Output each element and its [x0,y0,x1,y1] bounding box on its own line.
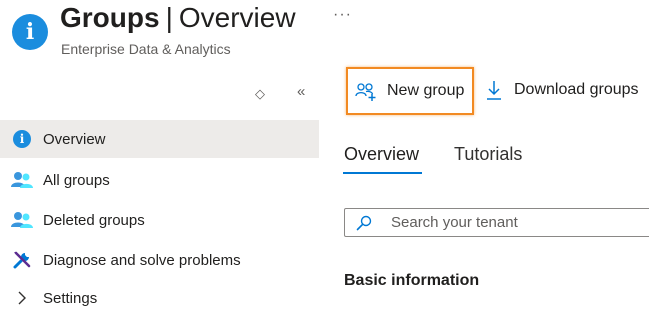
page-title: Groups | Overview [60,2,296,34]
new-group-button[interactable]: New group [346,67,474,115]
search-input[interactable] [391,214,631,231]
wrench-icon [11,249,33,271]
sidebar-item-diagnose[interactable]: Diagnose and solve problems [0,241,319,279]
download-icon [486,80,502,100]
users-icon [11,169,33,191]
tab-tutorials[interactable]: Tutorials [454,144,522,165]
new-group-label: New group [387,82,465,99]
active-tab-indicator [343,172,422,174]
tab-overview[interactable]: Overview [344,144,419,165]
expand-collapse-icon[interactable]: ◇ [255,86,265,102]
search-icon [356,215,372,231]
collapse-sidebar-button[interactable]: « [297,83,305,100]
chevron-right-icon [11,287,33,309]
search-box[interactable] [344,208,649,237]
info-icon: i [11,128,33,150]
download-groups-button[interactable]: Download groups [486,80,639,100]
users-icon [11,209,33,231]
sidebar-item-label: Overview [43,130,106,148]
section-title: Basic information [344,272,480,289]
sidebar-item-overview[interactable]: i Overview [0,120,319,158]
sidebar-item-label: All groups [43,171,110,189]
page-title-sub: Overview [178,2,296,33]
info-icon: i [12,14,48,50]
sidebar-item-settings[interactable]: Settings [0,279,319,317]
sidebar-item-label: Diagnose and solve problems [43,251,241,269]
title-separator: | [165,2,173,33]
download-groups-label: Download groups [514,81,639,98]
sidebar-item-label: Deleted groups [43,211,145,229]
sidebar-item-deleted-groups[interactable]: Deleted groups [0,201,319,239]
sidebar-item-all-groups[interactable]: All groups [0,161,319,199]
add-group-icon [355,81,377,101]
sidebar-item-label: Settings [43,289,98,307]
page-subtitle: Enterprise Data & Analytics [61,41,231,57]
more-options-button[interactable]: ··· [333,6,352,24]
page-title-main: Groups [60,2,160,33]
